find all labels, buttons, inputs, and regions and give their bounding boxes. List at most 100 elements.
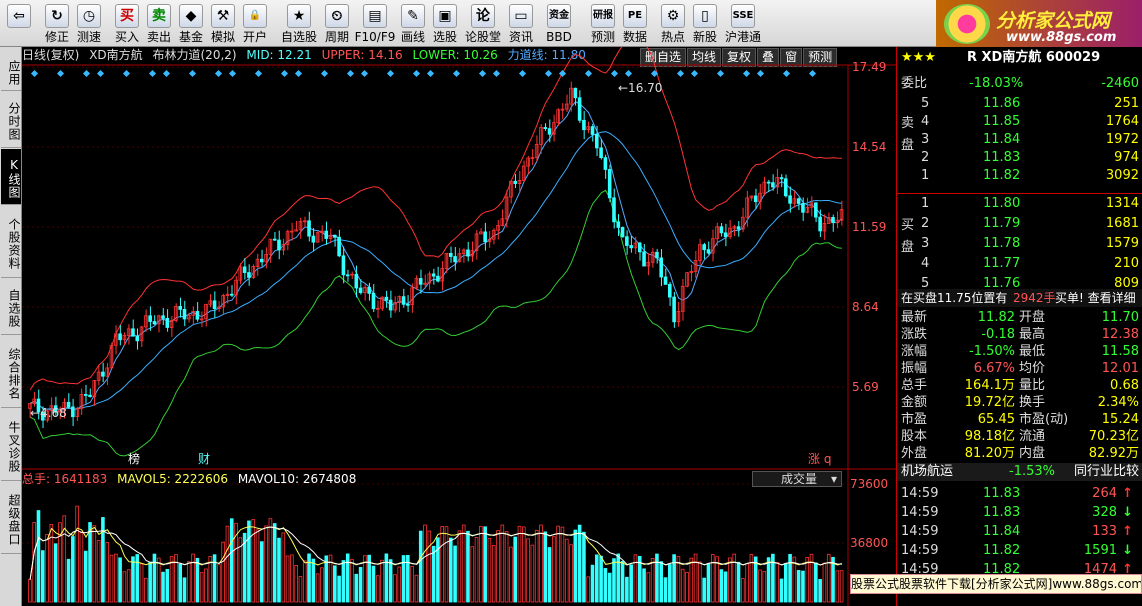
candle-body bbox=[384, 296, 389, 301]
modify-button[interactable]: ↻ 修正 bbox=[42, 2, 72, 46]
hk-button[interactable]: SSE 沪港通 bbox=[722, 2, 764, 46]
stat-row-0: 最新 11.82 开盘 11.70 bbox=[901, 310, 1139, 325]
back-button[interactable]: ⇦ bbox=[4, 2, 34, 46]
sidebar-tab-4[interactable]: 自选股 bbox=[1, 279, 21, 335]
buy-button[interactable]: 买买入 bbox=[112, 2, 142, 46]
volume-bar bbox=[71, 536, 75, 603]
volume-bar bbox=[668, 564, 672, 603]
candle-body bbox=[543, 127, 548, 130]
signal-marker bbox=[558, 69, 567, 78]
volume-bar bbox=[543, 531, 548, 603]
sidebar-tab-2[interactable]: K线图 bbox=[1, 149, 21, 205]
volume-bar bbox=[474, 537, 479, 603]
open-account-button[interactable]: 🔒 开户 bbox=[240, 2, 270, 46]
fund-button[interactable]: ◆ 基金 bbox=[176, 2, 206, 46]
sidebar-tab-5[interactable]: 综合排名 bbox=[1, 336, 21, 408]
volume-bar bbox=[796, 570, 801, 603]
volume-bar bbox=[552, 536, 556, 603]
hot-button[interactable]: ⚙ 热点 bbox=[658, 2, 688, 46]
forum-button[interactable]: 论论股堂 bbox=[462, 2, 504, 46]
period-button[interactable]: ⏲ 周期 bbox=[322, 2, 352, 46]
simulate-button[interactable]: ⚒ 模拟 bbox=[208, 2, 238, 46]
signal-marker bbox=[280, 69, 289, 78]
hk-icon: SSE bbox=[731, 4, 755, 28]
volume-bar bbox=[659, 561, 664, 603]
volume-bar bbox=[375, 575, 380, 603]
volume-bar bbox=[783, 563, 788, 603]
newstock-button[interactable]: ▯ 新股 bbox=[690, 2, 720, 46]
volume-bar bbox=[650, 558, 655, 603]
signal-marker bbox=[452, 69, 461, 78]
volume-bar bbox=[247, 520, 251, 603]
research-button[interactable]: 研报 预测 bbox=[588, 2, 618, 46]
signal-marker bbox=[782, 69, 791, 78]
f10-button[interactable]: ▤ F10/F9 bbox=[354, 2, 396, 46]
volume-bar bbox=[500, 524, 505, 603]
test-button[interactable]: ◷ 测速 bbox=[74, 2, 104, 46]
sell-buy-divider bbox=[897, 193, 1142, 194]
sidebar-tab-0[interactable]: 应用 bbox=[1, 51, 21, 91]
volume-bar bbox=[40, 550, 45, 603]
weibi-row: 委比 -18.03% -2460 bbox=[901, 76, 1139, 91]
selfselect-button[interactable]: ★ 自选股 bbox=[278, 2, 320, 46]
back-icon: ⇦ bbox=[7, 4, 31, 28]
volume-bar bbox=[762, 571, 767, 603]
volume-bar bbox=[118, 557, 122, 603]
volume-bar bbox=[418, 530, 423, 603]
sector-compare-link[interactable]: 同行业比较 bbox=[1074, 463, 1139, 481]
candle-body bbox=[367, 287, 371, 294]
volume-bar bbox=[431, 545, 436, 603]
volume-bar bbox=[766, 557, 771, 603]
volume-bar bbox=[423, 524, 427, 603]
hot-icon: ⚙ bbox=[661, 4, 685, 28]
volume-bar bbox=[217, 564, 221, 603]
sidebar-tab-7[interactable]: 超级盘口 bbox=[1, 482, 21, 554]
price-tick-3: 8.64 bbox=[852, 300, 879, 314]
volume-bar bbox=[53, 543, 58, 603]
signal-marker bbox=[360, 69, 369, 78]
sidebar-tab-6[interactable]: 牛叉诊股 bbox=[1, 409, 21, 481]
candle-body bbox=[766, 181, 771, 184]
volume-bar bbox=[49, 524, 54, 603]
volume-bar bbox=[307, 553, 311, 603]
volume-bar bbox=[706, 563, 711, 603]
draw-button[interactable]: ✎ 画线 bbox=[398, 2, 428, 46]
volume-bar bbox=[625, 576, 629, 603]
sell-icon: 卖 bbox=[147, 4, 171, 28]
volume-bar bbox=[302, 560, 307, 603]
bbd-button[interactable]: 资金 BBD bbox=[538, 2, 580, 46]
stat-row-1: 涨跌 -0.18 最高 12.38 bbox=[901, 327, 1139, 342]
data-button[interactable]: PE 数据 bbox=[620, 2, 650, 46]
volume-bar bbox=[642, 568, 646, 603]
candle-body bbox=[135, 335, 140, 342]
price-chart-svg: 17.49 14.54 11.59 8.64 5.69 ←16.70 ←4.68 榜 财 涨 q 7… bbox=[22, 47, 896, 606]
flower-logo-icon bbox=[944, 4, 990, 44]
sidebar-tab-3[interactable]: 个股资料 bbox=[1, 206, 21, 278]
volume-bar bbox=[509, 546, 513, 603]
volume-indicator-select[interactable]: 成交量 ▾ bbox=[752, 471, 842, 487]
volume-bar bbox=[698, 561, 702, 603]
signal-marker bbox=[624, 69, 633, 78]
volume-bar bbox=[36, 510, 41, 603]
candle-body bbox=[277, 239, 281, 251]
volume-bar bbox=[268, 518, 273, 603]
marker-bang: 榜 bbox=[128, 451, 140, 466]
volume-bar bbox=[350, 558, 354, 603]
logo-title: 分析家公式网 bbox=[996, 10, 1111, 32]
volume-bar bbox=[719, 569, 724, 603]
signal-marker bbox=[690, 69, 699, 78]
volume-bar bbox=[620, 560, 625, 603]
volume-bar bbox=[582, 531, 586, 603]
volume-bar bbox=[126, 569, 131, 603]
sidebar-tab-1[interactable]: 分时图 bbox=[1, 92, 21, 148]
volume-bar bbox=[384, 553, 389, 603]
sell-button[interactable]: 卖卖出 bbox=[144, 2, 174, 46]
price-tick-0: 17.49 bbox=[852, 60, 886, 74]
volume-bar bbox=[436, 537, 440, 603]
stockselect-button[interactable]: ▣ 选股 bbox=[430, 2, 460, 46]
volume-bar bbox=[165, 568, 170, 603]
info-button[interactable]: ▭ 资讯 bbox=[506, 2, 536, 46]
kline-chart-area[interactable]: 日线(复权) XD南方航 布林力道(20,2) MID: 12.21 UPPER… bbox=[22, 47, 896, 606]
candle-body bbox=[229, 293, 234, 296]
ad-banner[interactable]: 股票公式股票软件下载[分析家公式网]www.88gs.com bbox=[850, 574, 1142, 594]
